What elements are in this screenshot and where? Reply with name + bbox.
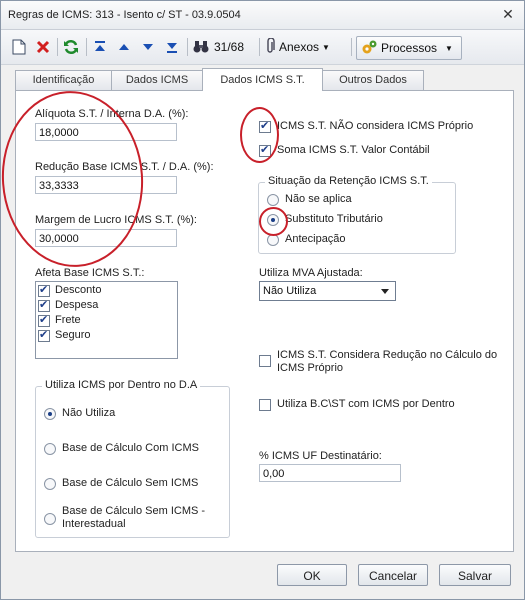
chevron-down-icon[interactable]: ▼: [445, 44, 453, 53]
list-item: Seguro: [55, 329, 91, 341]
aliquota-input[interactable]: 18,0000: [35, 123, 177, 141]
reducao-calculo-label: ICMS S.T. Considera Redução no Cálculo d…: [277, 349, 498, 361]
radio-label: Base de Cálculo Com ICMS: [62, 442, 199, 454]
radio-base-sem-icms-interestadual[interactable]: [44, 513, 56, 525]
radio-base-sem-icms[interactable]: [44, 478, 56, 490]
nao-considera-label: ICMS S.T. NÃO considera ICMS Próprio: [277, 120, 474, 132]
radio-label: Não se aplica: [285, 193, 352, 205]
radio-nao-utiliza[interactable]: [44, 408, 56, 420]
chevron-down-icon: [381, 289, 389, 294]
list-item: Despesa: [55, 299, 99, 311]
soma-label: Soma ICMS S.T. Valor Contábil: [277, 144, 430, 156]
toolbar-separator: [187, 38, 188, 56]
soma-checkbox[interactable]: [259, 143, 271, 157]
toolbar-separator: [57, 38, 58, 56]
reducao-input[interactable]: 33,3333: [35, 176, 177, 194]
radio-label: Não Utiliza: [62, 407, 116, 419]
tab-identificacao[interactable]: Identificação: [15, 70, 112, 90]
processes-icon: [361, 39, 377, 58]
processos-label: Processos: [381, 41, 438, 55]
toolbar: 31/68 Anexos ▼ Processos ▼: [1, 30, 524, 65]
aliquota-label: Alíquota S.T. / Interna D.A. (%):: [35, 108, 189, 120]
cancel-button[interactable]: Cancelar: [358, 564, 428, 586]
radio-label: Antecipação: [285, 233, 346, 245]
dialog-window: Regras de ICMS: 313 - Isento c/ ST - 03.…: [0, 0, 525, 600]
situacao-group: Situação da Retenção ICMS S.T. Não se ap…: [258, 175, 456, 254]
toolbar-separator: [351, 38, 352, 56]
tab-outros-dados[interactable]: Outros Dados: [322, 70, 424, 90]
margem-input[interactable]: 30,0000: [35, 229, 177, 247]
nao-considera-checkbox[interactable]: [259, 119, 271, 133]
radio-antecipacao[interactable]: [267, 234, 279, 246]
refresh-icon[interactable]: [62, 37, 80, 57]
record-counter: 31/68: [214, 40, 245, 54]
afeta-listbox[interactable]: Desconto Despesa Frete Seguro: [35, 281, 178, 359]
next-record-icon[interactable]: [139, 37, 157, 57]
radio-nao-se-aplica[interactable]: [267, 194, 279, 206]
ok-button[interactable]: OK: [277, 564, 347, 586]
title-bar: Regras de ICMS: 313 - Isento c/ ST - 03.…: [1, 1, 524, 30]
margem-label: Margem de Lucro ICMS S.T. (%):: [35, 214, 197, 226]
window-title: Regras de ICMS: 313 - Isento c/ ST - 03.…: [8, 9, 241, 21]
group-title: Utiliza ICMS por Dentro no D.A: [42, 379, 201, 391]
list-item: Frete: [55, 314, 81, 326]
tab-dados-icms-st[interactable]: Dados ICMS S.T.: [202, 68, 323, 91]
tab-panel: Alíquota S.T. / Interna D.A. (%): 18,000…: [0, 86, 514, 552]
anexos-label: Anexos: [279, 40, 320, 54]
reducao-label: Redução Base ICMS S.T. / D.A. (%):: [35, 161, 214, 173]
list-item: Desconto: [55, 284, 102, 296]
new-document-icon[interactable]: [10, 37, 28, 57]
radio-label: Interestadual: [62, 518, 126, 530]
anexos-button[interactable]: Anexos ▼: [264, 36, 348, 57]
reducao-calculo-checkbox[interactable]: [259, 355, 271, 367]
bc-st-label: Utiliza B.C\ST com ICMS por Dentro: [277, 398, 455, 410]
radio-label: Base de Cálculo Sem ICMS -: [62, 505, 206, 517]
mva-label: Utiliza MVA Ajustada:: [259, 267, 363, 279]
toolbar-separator: [259, 38, 260, 56]
radio-label: Base de Cálculo Sem ICMS: [62, 477, 199, 489]
uf-input[interactable]: 0,00: [259, 464, 401, 482]
frete-checkbox[interactable]: [38, 313, 50, 327]
paperclip-icon: [264, 36, 276, 57]
despesa-checkbox[interactable]: [38, 298, 50, 312]
toolbar-separator: [86, 38, 87, 56]
close-icon[interactable]: ✕: [500, 6, 516, 22]
radio-base-com-icms[interactable]: [44, 443, 56, 455]
bc-st-checkbox[interactable]: [259, 399, 271, 411]
processos-button[interactable]: Processos ▼: [356, 36, 462, 60]
binoculars-icon[interactable]: [192, 37, 210, 57]
delete-icon[interactable]: [34, 37, 52, 57]
last-record-icon[interactable]: [163, 37, 181, 57]
desconto-checkbox[interactable]: [38, 283, 50, 297]
chevron-down-icon: ▼: [322, 42, 330, 52]
mva-value: Não Utiliza: [263, 285, 317, 297]
afeta-label: Afeta Base ICMS S.T.:: [35, 267, 145, 279]
group-title: Situação da Retenção ICMS S.T.: [265, 175, 432, 187]
radio-label: Substituto Tributário: [285, 213, 383, 225]
tab-dados-icms[interactable]: Dados ICMS: [111, 70, 203, 90]
seguro-checkbox[interactable]: [38, 328, 50, 342]
radio-substituto-tributario[interactable]: [267, 214, 279, 226]
mva-select[interactable]: Não Utiliza: [259, 281, 396, 301]
first-record-icon[interactable]: [91, 37, 109, 57]
utiliza-icms-group: Utiliza ICMS por Dentro no D.A Não Utili…: [35, 379, 230, 538]
reducao-calculo-label: ICMS Próprio: [277, 362, 344, 374]
previous-record-icon[interactable]: [115, 37, 133, 57]
save-button[interactable]: Salvar: [439, 564, 511, 586]
uf-label: % ICMS UF Destinatário:: [259, 450, 382, 462]
